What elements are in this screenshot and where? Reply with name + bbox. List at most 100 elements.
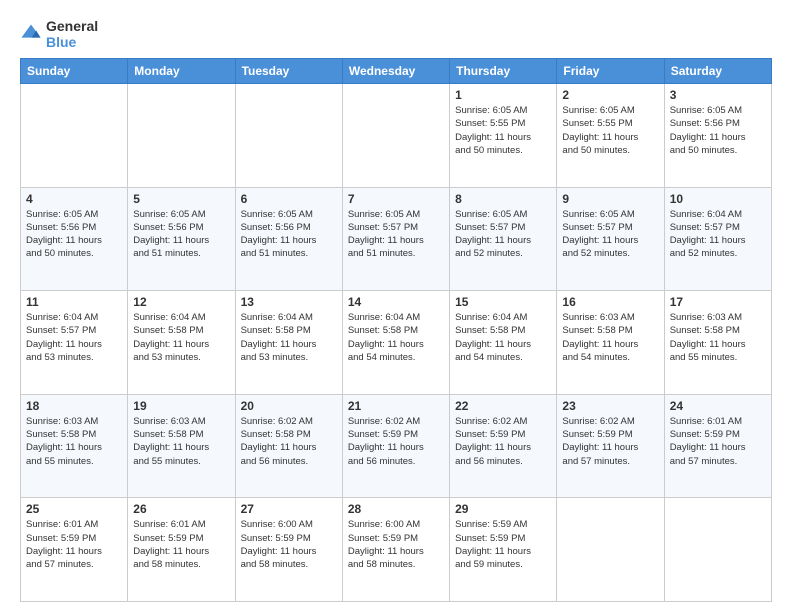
day-number: 6: [241, 192, 337, 206]
day-detail: Sunrise: 6:05 AMSunset: 5:56 PMDaylight:…: [241, 208, 337, 261]
calendar-cell: 25 Sunrise: 6:01 AMSunset: 5:59 PMDayligh…: [21, 498, 128, 602]
day-number: 1: [455, 88, 551, 102]
calendar-cell: 21 Sunrise: 6:02 AMSunset: 5:59 PMDayligh…: [342, 394, 449, 498]
day-number: 12: [133, 295, 229, 309]
day-number: 2: [562, 88, 658, 102]
calendar-cell: 14 Sunrise: 6:04 AMSunset: 5:58 PMDayligh…: [342, 291, 449, 395]
day-detail: Sunrise: 6:05 AMSunset: 5:57 PMDaylight:…: [562, 208, 658, 261]
calendar-header-friday: Friday: [557, 59, 664, 84]
day-number: 28: [348, 502, 444, 516]
calendar-cell: 9 Sunrise: 6:05 AMSunset: 5:57 PMDaylight…: [557, 187, 664, 291]
day-number: 24: [670, 399, 766, 413]
day-number: 11: [26, 295, 122, 309]
day-detail: Sunrise: 6:03 AMSunset: 5:58 PMDaylight:…: [133, 415, 229, 468]
day-detail: Sunrise: 6:05 AMSunset: 5:56 PMDaylight:…: [26, 208, 122, 261]
calendar-cell: 4 Sunrise: 6:05 AMSunset: 5:56 PMDaylight…: [21, 187, 128, 291]
day-number: 9: [562, 192, 658, 206]
calendar-header-saturday: Saturday: [664, 59, 771, 84]
day-number: 16: [562, 295, 658, 309]
calendar-cell: 11Sunrise: 6:04 AMSunset: 5:57 PMDayligh…: [21, 291, 128, 395]
calendar-cell: [21, 84, 128, 188]
calendar-cell: 29 Sunrise: 5:59 AMSunset: 5:59 PMDayligh…: [450, 498, 557, 602]
calendar-cell: 2 Sunrise: 6:05 AMSunset: 5:55 PMDaylight…: [557, 84, 664, 188]
day-detail: Sunrise: 6:05 AMSunset: 5:55 PMDaylight:…: [455, 104, 551, 157]
day-number: 17: [670, 295, 766, 309]
day-detail: Sunrise: 6:02 AMSunset: 5:59 PMDaylight:…: [562, 415, 658, 468]
day-detail: Sunrise: 6:02 AMSunset: 5:59 PMDaylight:…: [348, 415, 444, 468]
day-number: 4: [26, 192, 122, 206]
calendar-cell: 3 Sunrise: 6:05 AMSunset: 5:56 PMDaylight…: [664, 84, 771, 188]
calendar-cell: 1 Sunrise: 6:05 AMSunset: 5:55 PMDaylight…: [450, 84, 557, 188]
calendar-week-4: 18 Sunrise: 6:03 AMSunset: 5:58 PMDayligh…: [21, 394, 772, 498]
day-number: 3: [670, 88, 766, 102]
header: General Blue: [20, 18, 772, 50]
day-number: 21: [348, 399, 444, 413]
day-number: 19: [133, 399, 229, 413]
calendar-cell: 23 Sunrise: 6:02 AMSunset: 5:59 PMDayligh…: [557, 394, 664, 498]
day-number: 27: [241, 502, 337, 516]
calendar-cell: 27 Sunrise: 6:00 AMSunset: 5:59 PMDayligh…: [235, 498, 342, 602]
calendar-cell: 7 Sunrise: 6:05 AMSunset: 5:57 PMDaylight…: [342, 187, 449, 291]
day-detail: Sunrise: 6:02 AMSunset: 5:58 PMDaylight:…: [241, 415, 337, 468]
day-number: 8: [455, 192, 551, 206]
calendar-header-tuesday: Tuesday: [235, 59, 342, 84]
day-number: 7: [348, 192, 444, 206]
day-number: 18: [26, 399, 122, 413]
day-number: 13: [241, 295, 337, 309]
day-detail: Sunrise: 6:04 AMSunset: 5:58 PMDaylight:…: [455, 311, 551, 364]
day-detail: Sunrise: 6:03 AMSunset: 5:58 PMDaylight:…: [562, 311, 658, 364]
calendar-cell: 13 Sunrise: 6:04 AMSunset: 5:58 PMDayligh…: [235, 291, 342, 395]
calendar-header-sunday: Sunday: [21, 59, 128, 84]
logo: General Blue: [20, 18, 98, 50]
day-detail: Sunrise: 6:01 AMSunset: 5:59 PMDaylight:…: [670, 415, 766, 468]
calendar-cell: 17 Sunrise: 6:03 AMSunset: 5:58 PMDayligh…: [664, 291, 771, 395]
calendar-week-1: 1 Sunrise: 6:05 AMSunset: 5:55 PMDaylight…: [21, 84, 772, 188]
calendar-cell: 16 Sunrise: 6:03 AMSunset: 5:58 PMDayligh…: [557, 291, 664, 395]
day-number: 29: [455, 502, 551, 516]
day-number: 23: [562, 399, 658, 413]
day-number: 10: [670, 192, 766, 206]
day-detail: Sunrise: 6:04 AMSunset: 5:58 PMDaylight:…: [348, 311, 444, 364]
calendar-cell: 18 Sunrise: 6:03 AMSunset: 5:58 PMDayligh…: [21, 394, 128, 498]
calendar-cell: 5Sunrise: 6:05 AMSunset: 5:56 PMDaylight…: [128, 187, 235, 291]
calendar-cell: 12 Sunrise: 6:04 AMSunset: 5:58 PMDayligh…: [128, 291, 235, 395]
day-detail: Sunrise: 6:04 AMSunset: 5:58 PMDaylight:…: [241, 311, 337, 364]
calendar-week-5: 25 Sunrise: 6:01 AMSunset: 5:59 PMDayligh…: [21, 498, 772, 602]
day-detail: Sunrise: 6:03 AMSunset: 5:58 PMDaylight:…: [26, 415, 122, 468]
calendar-cell: 22 Sunrise: 6:02 AMSunset: 5:59 PMDayligh…: [450, 394, 557, 498]
day-detail: Sunrise: 6:02 AMSunset: 5:59 PMDaylight:…: [455, 415, 551, 468]
calendar-cell: 10 Sunrise: 6:04 AMSunset: 5:57 PMDayligh…: [664, 187, 771, 291]
day-detail: Sunrise: 6:03 AMSunset: 5:58 PMDaylight:…: [670, 311, 766, 364]
day-number: 22: [455, 399, 551, 413]
calendar-cell: 26Sunrise: 6:01 AMSunset: 5:59 PMDayligh…: [128, 498, 235, 602]
day-number: 20: [241, 399, 337, 413]
day-detail: Sunrise: 6:00 AMSunset: 5:59 PMDaylight:…: [241, 518, 337, 571]
day-number: 5: [133, 192, 229, 206]
day-detail: Sunrise: 6:04 AMSunset: 5:58 PMDaylight:…: [133, 311, 229, 364]
page: General Blue SundayMondayTuesdayWednesda…: [0, 0, 792, 612]
calendar-cell: 20 Sunrise: 6:02 AMSunset: 5:58 PMDayligh…: [235, 394, 342, 498]
day-detail: Sunrise: 6:05 AMSunset: 5:56 PMDaylight:…: [670, 104, 766, 157]
calendar-cell: [557, 498, 664, 602]
calendar-header-wednesday: Wednesday: [342, 59, 449, 84]
day-detail: Sunrise: 6:01 AMSunset: 5:59 PMDaylight:…: [133, 518, 229, 571]
day-detail: Sunrise: 6:01 AMSunset: 5:59 PMDaylight:…: [26, 518, 122, 571]
calendar-cell: 24 Sunrise: 6:01 AMSunset: 5:59 PMDayligh…: [664, 394, 771, 498]
day-detail: Sunrise: 6:04 AMSunset: 5:57 PMDaylight:…: [670, 208, 766, 261]
calendar-week-3: 11Sunrise: 6:04 AMSunset: 5:57 PMDayligh…: [21, 291, 772, 395]
calendar-cell: [128, 84, 235, 188]
day-detail: Sunrise: 6:05 AMSunset: 5:57 PMDaylight:…: [348, 208, 444, 261]
calendar-week-2: 4 Sunrise: 6:05 AMSunset: 5:56 PMDaylight…: [21, 187, 772, 291]
day-number: 14: [348, 295, 444, 309]
calendar-cell: [235, 84, 342, 188]
calendar-cell: 8Sunrise: 6:05 AMSunset: 5:57 PMDaylight…: [450, 187, 557, 291]
day-number: 25: [26, 502, 122, 516]
day-detail: Sunrise: 6:05 AMSunset: 5:55 PMDaylight:…: [562, 104, 658, 157]
calendar-cell: 19 Sunrise: 6:03 AMSunset: 5:58 PMDayligh…: [128, 394, 235, 498]
calendar-cell: 6 Sunrise: 6:05 AMSunset: 5:56 PMDaylight…: [235, 187, 342, 291]
day-detail: Sunrise: 5:59 AMSunset: 5:59 PMDaylight:…: [455, 518, 551, 571]
calendar-cell: [342, 84, 449, 188]
calendar-cell: 15 Sunrise: 6:04 AMSunset: 5:58 PMDayligh…: [450, 291, 557, 395]
day-number: 15: [455, 295, 551, 309]
calendar-header-thursday: Thursday: [450, 59, 557, 84]
